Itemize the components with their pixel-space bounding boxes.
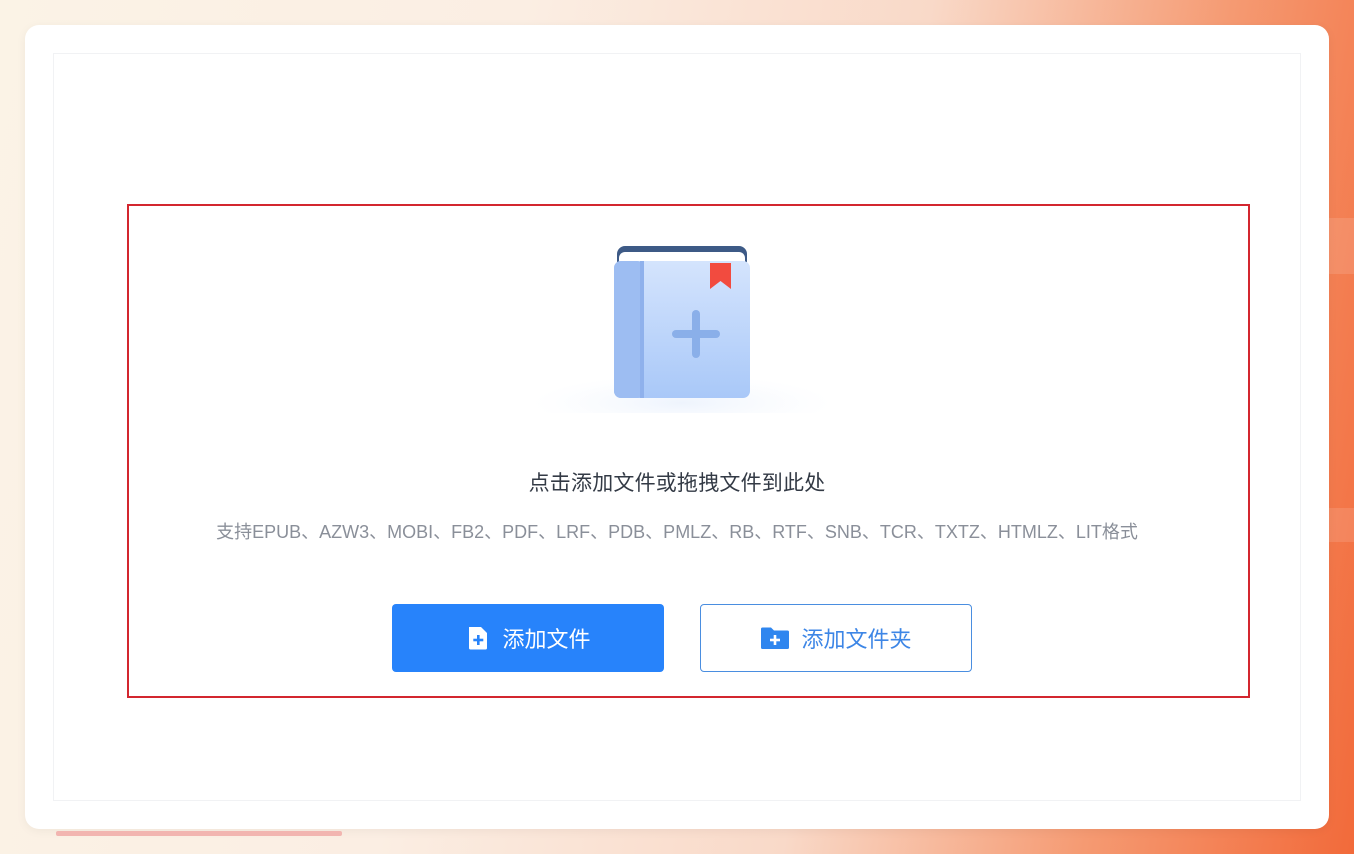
main-card: 点击添加文件或拖拽文件到此处 支持EPUB、AZW3、MOBI、FB2、PDF、… [25, 25, 1329, 829]
folder-add-icon [761, 627, 790, 649]
book-spine-edge [640, 261, 644, 398]
horizontal-scroll-indicator[interactable] [56, 831, 342, 836]
book-add-icon[interactable] [530, 243, 840, 413]
upload-title: 点击添加文件或拖拽文件到此处 [528, 472, 826, 495]
supported-formats-text: 支持EPUB、AZW3、MOBI、FB2、PDF、LRF、PDB、PMLZ、RB… [216, 522, 1138, 542]
plus-horizontal [672, 330, 720, 338]
add-folder-button[interactable]: 添加文件夹 [700, 604, 972, 672]
add-file-label: 添加文件 [502, 627, 591, 652]
add-file-button[interactable]: 添加文件 [392, 604, 664, 672]
file-add-icon [469, 627, 488, 650]
add-folder-label: 添加文件夹 [801, 627, 912, 652]
book-spine [614, 261, 644, 398]
